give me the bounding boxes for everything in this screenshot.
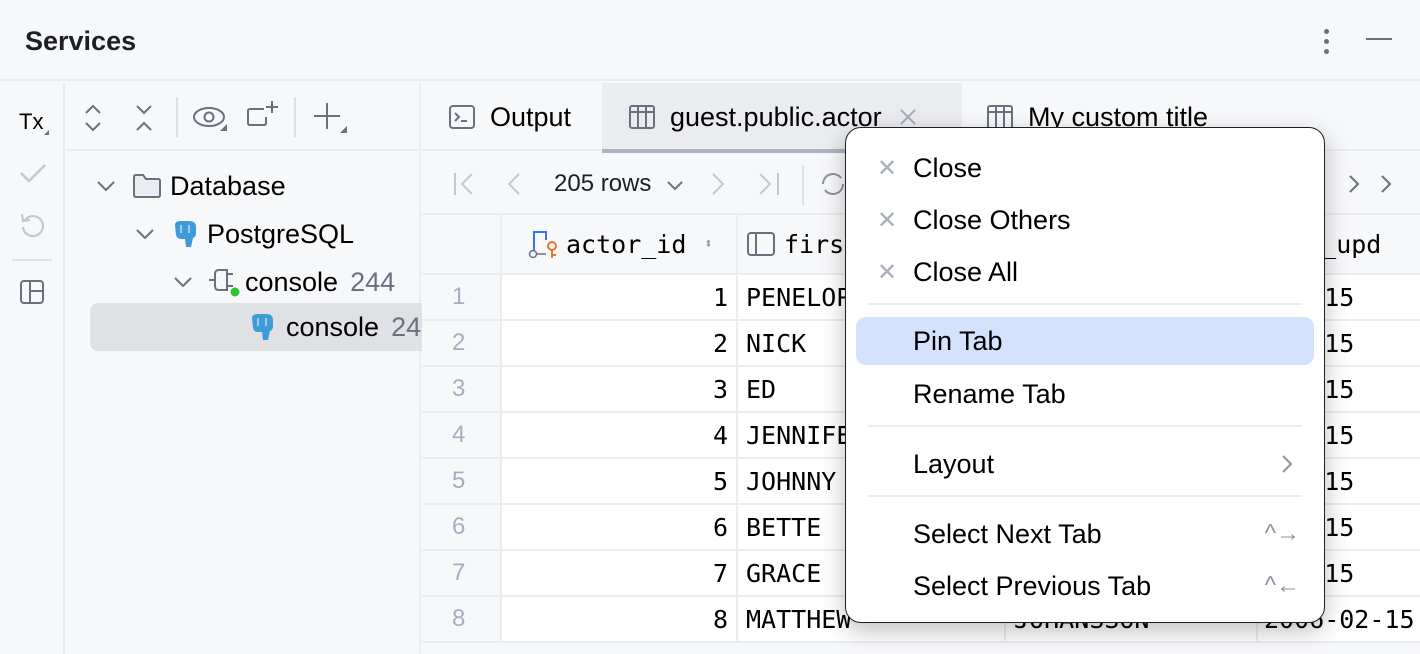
menu-item-close-others[interactable]: ✕ Close Others (856, 198, 1314, 242)
column-label: actor_id (566, 229, 687, 259)
menu-separator (868, 303, 1302, 305)
tree-item-label: console (245, 266, 339, 297)
menu-separator (868, 425, 1302, 427)
tree-item-count: 244 (350, 266, 396, 297)
sort-icon[interactable]: ⬍ (704, 236, 712, 252)
table-icon (629, 105, 655, 129)
services-tree-panel: Database PostgreSQL console 244 console … (66, 83, 430, 654)
rollback-icon[interactable] (18, 211, 46, 239)
tree-item-label: console (286, 311, 380, 342)
cell-actor-id[interactable]: 4 (502, 413, 738, 459)
chevron-right-icon[interactable] (1378, 173, 1394, 195)
row-count-selector[interactable]: 205 rows (554, 170, 651, 198)
new-group-icon[interactable] (246, 99, 282, 131)
tree-item-database[interactable]: Database (94, 162, 286, 210)
shortcut-label: ^← (1264, 572, 1300, 599)
column-icon (747, 232, 775, 256)
collapse-all-icon[interactable] (133, 103, 155, 133)
menu-item-layout[interactable]: Layout (856, 442, 1314, 486)
grid-corner (422, 215, 502, 275)
tab-label: Output (490, 101, 572, 132)
panel-title: Services (25, 26, 137, 56)
row-number: 8 (422, 597, 502, 643)
tree-item-label: Database (170, 170, 286, 201)
row-number: 4 (422, 413, 502, 459)
expand-all-icon[interactable] (82, 103, 104, 133)
primary-key-icon (528, 231, 557, 259)
previous-page-icon[interactable] (504, 171, 524, 197)
commit-icon[interactable] (18, 161, 48, 185)
cell-actor-id[interactable]: 6 (502, 505, 738, 551)
close-icon: ✕ (877, 259, 898, 286)
cell-actor-id[interactable]: 5 (502, 459, 738, 505)
row-number: 2 (422, 321, 502, 367)
view-options-icon[interactable] (192, 103, 230, 133)
next-page-icon[interactable] (708, 171, 728, 197)
tree-toolbar (66, 83, 421, 151)
tree-item-console-session[interactable]: console 244 (171, 258, 395, 306)
refresh-icon[interactable] (818, 169, 848, 199)
cell-actor-id[interactable]: 1 (502, 275, 738, 321)
cell-actor-id[interactable]: 3 (502, 367, 738, 413)
column-label: firs (784, 229, 845, 259)
postgresql-icon (252, 314, 273, 340)
tree-item-label: PostgreSQL (207, 218, 355, 249)
row-number: 6 (422, 505, 502, 551)
chevron-down-icon[interactable] (666, 179, 684, 193)
menu-item-close[interactable]: ✕ Close (856, 146, 1314, 190)
close-tab-icon[interactable] (898, 107, 918, 127)
menu-item-close-all[interactable]: ✕ Close All (856, 250, 1314, 294)
close-icon: ✕ (877, 155, 898, 182)
chevron-right-icon[interactable] (1346, 173, 1362, 195)
cell-actor-id[interactable]: 2 (502, 321, 738, 367)
row-number: 3 (422, 367, 502, 413)
chevron-down-icon[interactable] (171, 272, 195, 292)
add-service-icon[interactable] (312, 101, 350, 135)
transaction-mode-button[interactable]: Tx (19, 109, 51, 135)
menu-item-rename-tab[interactable]: Rename Tab (856, 372, 1314, 416)
layout-icon[interactable] (19, 279, 45, 305)
transaction-toolbar: Tx (0, 83, 65, 654)
menu-separator (868, 495, 1302, 497)
toolbar-separator (176, 97, 178, 137)
row-number: 5 (422, 459, 502, 505)
cell-actor-id[interactable]: 7 (502, 551, 738, 597)
minimize-icon[interactable] (1366, 38, 1392, 40)
menu-item-select-previous-tab[interactable]: Select Previous Tab ^← (856, 564, 1314, 608)
submenu-arrow-icon (1282, 455, 1293, 473)
tab-context-menu: ✕ Close ✕ Close Others ✕ Close All Pin T… (845, 127, 1325, 623)
tab-output[interactable]: Output (422, 83, 602, 151)
tree-item-count: 24 (391, 311, 422, 342)
tree-item-postgresql[interactable]: PostgreSQL (133, 210, 354, 258)
connection-icon (209, 269, 240, 297)
shortcut-label: ^→ (1264, 520, 1300, 547)
tree-item-console[interactable]: console 24 (248, 303, 421, 351)
folder-icon (133, 174, 161, 198)
console-icon (449, 105, 475, 129)
cell-actor-id[interactable]: 8 (502, 597, 738, 643)
panel-header: Services (0, 0, 1420, 81)
toolbar-separator (294, 97, 296, 137)
toolbar-separator (802, 165, 804, 205)
tab-label: guest.public.actor (670, 101, 882, 132)
chevron-down-icon[interactable] (133, 224, 157, 244)
column-header-actor-id[interactable]: actor_id ⬍ (502, 215, 738, 275)
close-icon: ✕ (877, 207, 898, 234)
row-number: 1 (422, 275, 502, 321)
last-page-icon[interactable] (756, 171, 782, 197)
first-page-icon[interactable] (452, 171, 476, 197)
more-options-icon[interactable] (1320, 26, 1332, 56)
toolbar-separator (12, 259, 52, 261)
row-number: 7 (422, 551, 502, 597)
chevron-down-icon[interactable] (94, 176, 118, 196)
menu-item-pin-tab[interactable]: Pin Tab (856, 317, 1314, 365)
postgresql-icon (175, 221, 196, 247)
menu-item-select-next-tab[interactable]: Select Next Tab ^→ (856, 512, 1314, 556)
